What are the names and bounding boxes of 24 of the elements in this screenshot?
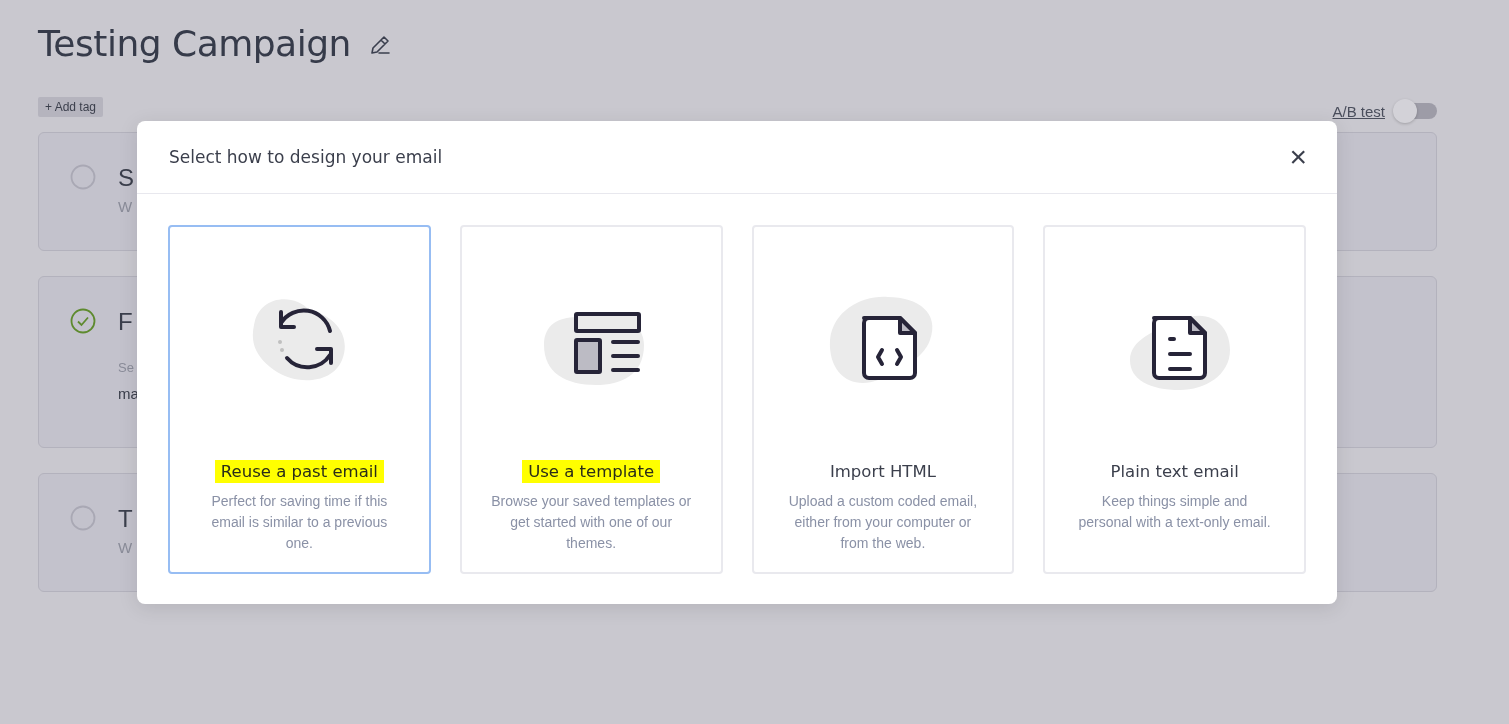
- option-description: Browse your saved templates or get started with one of our themes.: [491, 492, 692, 553]
- step-subtitle: W: [118, 198, 134, 215]
- option-card[interactable]: Use a template Browse your saved templates or get started with one of our themes.: [459, 225, 723, 574]
- option-title: Use a template: [522, 460, 661, 483]
- pencil-icon[interactable]: [368, 34, 391, 56]
- option-description: Keep things simple and personal with a text-only email.: [1077, 492, 1272, 532]
- option-title: Import HTML: [828, 461, 937, 483]
- option-card[interactable]: Plain text email Keep things simple and personal with a text-only email.: [1043, 225, 1306, 574]
- option-title: Plain text email: [1109, 461, 1240, 483]
- step-subtitle: W: [118, 539, 133, 556]
- step-title: T: [118, 505, 133, 533]
- option-description: Upload a custom coded email, either from your computer or from the web.: [787, 492, 979, 553]
- add-tag-button[interactable]: + Add tag: [38, 97, 104, 117]
- step-title: S: [118, 164, 134, 192]
- campaign-title: Testing Campaign: [38, 22, 351, 64]
- option-card[interactable]: Reuse a past email Perfect for saving time if this email is similar to a previous one.: [168, 225, 431, 574]
- dialog-title: Select how to design your email: [169, 147, 443, 167]
- close-button[interactable]: ×: [1285, 142, 1311, 172]
- ab-test-link[interactable]: A/B test: [1332, 102, 1385, 120]
- option-card[interactable]: Import HTML Upload a custom coded email, either from your computer or from the web.: [751, 225, 1015, 574]
- step-title: F: [118, 308, 134, 336]
- option-description: Perfect for saving time if this email is similar to a previous one.: [210, 492, 389, 553]
- option-title: Reuse a past email: [214, 460, 384, 483]
- step-label: Se: [118, 360, 135, 375]
